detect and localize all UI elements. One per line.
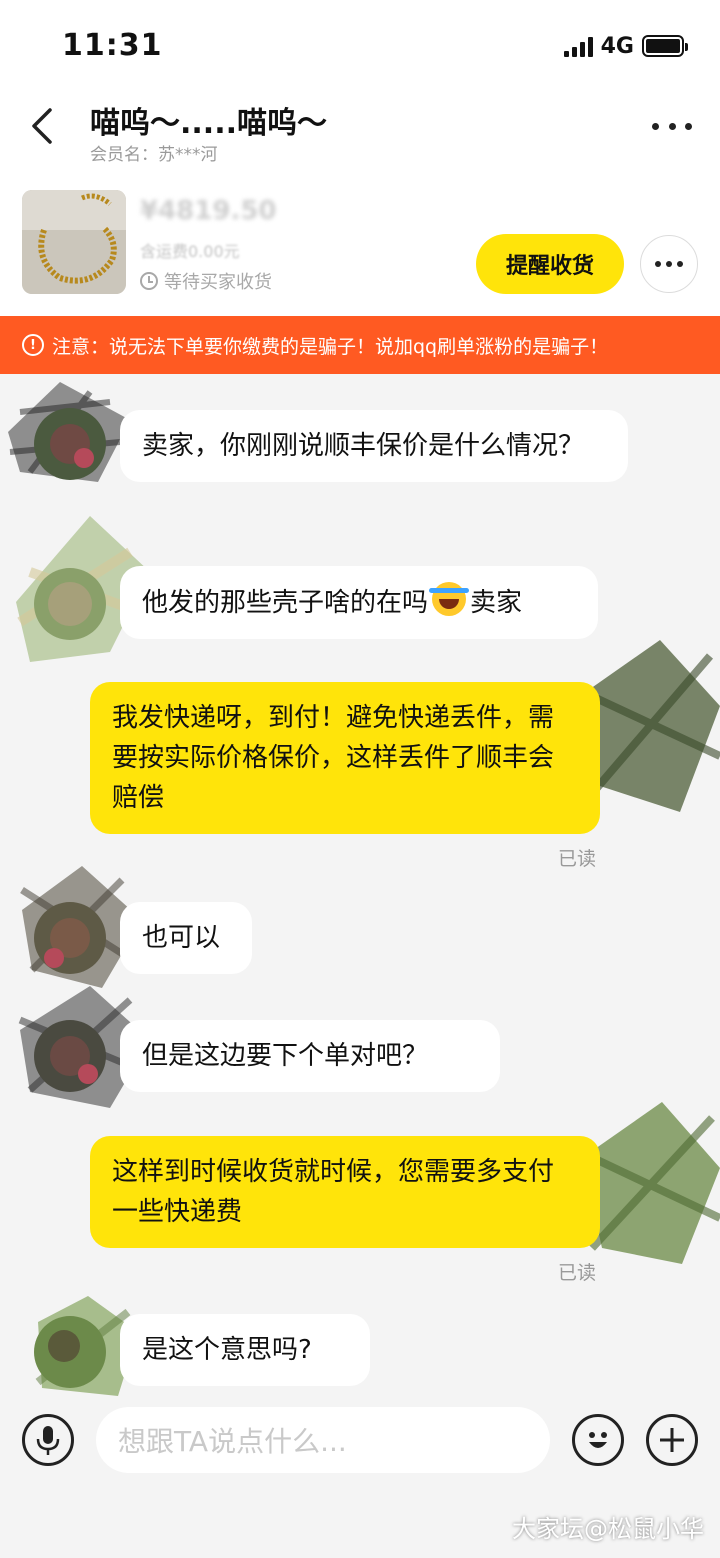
read-receipt: 已读 bbox=[558, 1262, 597, 1284]
message-bubble: 是这个意思吗? bbox=[120, 1314, 370, 1386]
back-arrow-icon[interactable] bbox=[24, 106, 64, 146]
avatar[interactable] bbox=[34, 902, 106, 974]
product-card[interactable]: ¥4819.50 含运费0.00元 等待买家收货 提醒收货 bbox=[0, 180, 720, 316]
laughing-crying-emoji-icon bbox=[429, 582, 470, 616]
product-more-icon[interactable] bbox=[640, 235, 698, 293]
message-input[interactable]: 想跟TA说点什么... bbox=[96, 1407, 550, 1473]
order-status: 等待买家收货 bbox=[140, 268, 272, 294]
avatar[interactable] bbox=[34, 1020, 106, 1092]
message-bubble: 他发的那些壳子啥的在吗 卖家 bbox=[120, 566, 598, 639]
product-price: ¥4819.50 bbox=[140, 196, 277, 226]
message-text: 他发的那些壳子啥的在吗 bbox=[142, 588, 429, 618]
microphone-icon[interactable] bbox=[22, 1414, 74, 1466]
message-bubble: 卖家，你刚刚说顺丰保价是什么情况？ bbox=[120, 410, 628, 482]
product-thumbnail[interactable] bbox=[22, 190, 126, 294]
status-bar: 11:31 4G bbox=[0, 0, 720, 90]
chat-title: 喵呜～.....喵呜～ bbox=[90, 106, 327, 141]
message-bubble: 也可以 bbox=[120, 902, 252, 974]
order-status-text: 等待买家收货 bbox=[164, 272, 272, 293]
remind-receipt-button[interactable]: 提醒收货 bbox=[476, 234, 624, 294]
avatar[interactable] bbox=[34, 1316, 106, 1388]
message-input-bar: 想跟TA说点什么... bbox=[0, 1400, 720, 1486]
message-bubble: 但是这边要下个单对吧？ bbox=[120, 1020, 500, 1092]
member-name: 会员名：苏***河 bbox=[90, 145, 218, 165]
clock-icon bbox=[140, 272, 158, 290]
signal-icon bbox=[563, 35, 593, 57]
more-options-icon[interactable] bbox=[652, 116, 692, 136]
status-indicators: 4G bbox=[563, 32, 688, 60]
plus-icon[interactable] bbox=[646, 1414, 698, 1466]
message-bubble: 我发快递呀，到付！避免快递丢件，需要按实际价格保价，这样丢件了顺丰会赔偿 bbox=[90, 682, 600, 834]
warning-text: 注意：说无法下单要你缴费的是骗子！说加qq刷单涨粉的是骗子！ bbox=[52, 335, 609, 358]
emoji-icon[interactable] bbox=[572, 1414, 624, 1466]
chat-header: 喵呜～.....喵呜～ 会员名：苏***河 bbox=[0, 90, 720, 180]
warning-banner: ! 注意：说无法下单要你缴费的是骗子！说加qq刷单涨粉的是骗子！ bbox=[0, 316, 720, 374]
warning-icon: ! bbox=[22, 334, 44, 356]
watermark: 大家坛@松鼠小华 bbox=[512, 1515, 704, 1543]
network-type: 4G bbox=[600, 33, 634, 59]
battery-icon bbox=[642, 35, 688, 57]
read-receipt: 已读 bbox=[558, 848, 597, 870]
status-time: 11:31 bbox=[62, 28, 163, 63]
avatar[interactable] bbox=[34, 408, 106, 480]
shipping-fee: 含运费0.00元 bbox=[140, 242, 240, 261]
avatar[interactable] bbox=[34, 568, 106, 640]
message-text: 卖家 bbox=[470, 588, 523, 618]
message-bubble: 这样到时候收货就时候，您需要多支付一些快递费 bbox=[90, 1136, 600, 1248]
